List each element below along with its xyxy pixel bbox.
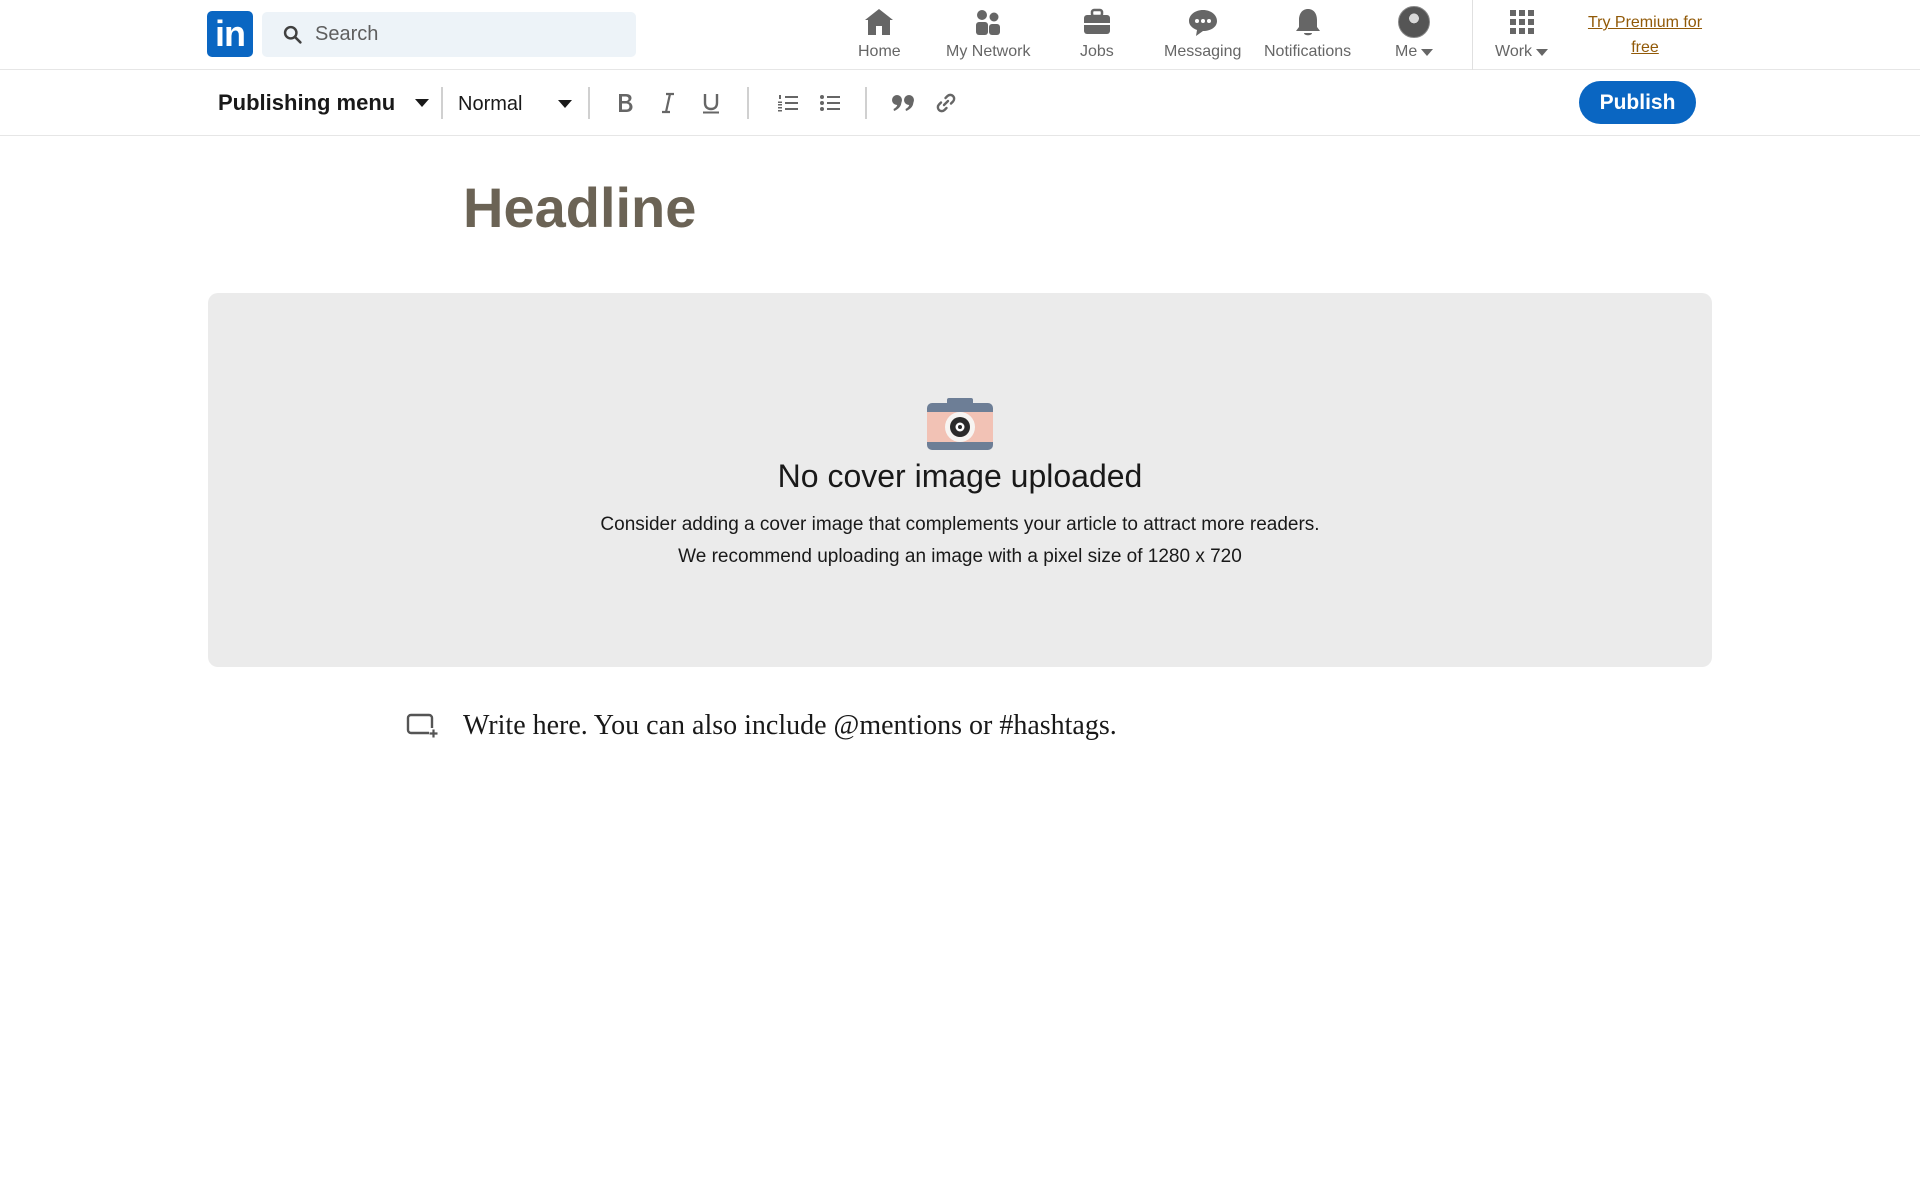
- avatar: [1398, 6, 1431, 38]
- global-nav: in Home My Network Jobs Messaging Notifi…: [0, 0, 1920, 70]
- grid-icon: [1506, 6, 1538, 38]
- underline-icon: [703, 94, 719, 114]
- toolbar-divider: [747, 87, 749, 119]
- text-style-select[interactable]: Normal: [458, 86, 572, 122]
- nav-divider: [1472, 0, 1473, 70]
- underline-button[interactable]: [693, 84, 729, 122]
- bell-icon: [1292, 6, 1324, 38]
- cover-description-line: Consider adding a cover image that compl…: [600, 514, 1320, 535]
- chevron-down-icon: [1421, 48, 1434, 56]
- nav-jobs[interactable]: Jobs: [1080, 6, 1114, 64]
- add-media-icon[interactable]: [406, 712, 438, 740]
- nav-label: Me: [1395, 43, 1418, 60]
- numbered-list-button[interactable]: [770, 84, 806, 122]
- nav-me[interactable]: Me: [1395, 6, 1434, 64]
- nav-work[interactable]: Work: [1495, 6, 1549, 64]
- cover-title: No cover image uploaded: [777, 458, 1143, 494]
- bold-icon: [619, 94, 633, 112]
- nav-label: My Network: [946, 43, 1031, 60]
- bulleted-list-icon: [820, 95, 840, 111]
- search-box[interactable]: [262, 12, 636, 57]
- link-icon: [936, 93, 956, 113]
- network-icon: [972, 6, 1004, 38]
- home-icon: [863, 6, 895, 38]
- publishing-menu-dropdown[interactable]: Publishing menu: [218, 84, 430, 122]
- headline-input[interactable]: Headline: [463, 175, 696, 240]
- quote-icon: [892, 95, 914, 111]
- search-input[interactable]: [315, 23, 615, 46]
- publishing-menu-label: Publishing menu: [218, 90, 396, 115]
- toolbar-divider: [441, 87, 443, 119]
- linkedin-logo[interactable]: in: [207, 11, 253, 57]
- nav-label: Jobs: [1080, 43, 1114, 60]
- nav-my-network[interactable]: My Network: [946, 6, 1030, 64]
- article-body-input[interactable]: Write here. You can also include @mentio…: [463, 710, 1117, 742]
- nav-label: Messaging: [1164, 43, 1242, 60]
- toolbar-divider: [865, 87, 867, 119]
- publishing-toolbar: Publishing menu Normal Publish: [0, 70, 1920, 136]
- search-icon: [283, 25, 302, 44]
- chevron-down-icon: [558, 100, 572, 108]
- try-premium-link[interactable]: Try Premium for free: [1580, 10, 1710, 60]
- nav-label: Home: [858, 43, 901, 60]
- numbered-list-icon: [778, 95, 798, 112]
- camera-icon: [927, 398, 993, 450]
- nav-label: Work: [1495, 43, 1533, 60]
- bulleted-list-button[interactable]: [812, 84, 848, 122]
- publish-button[interactable]: Publish: [1579, 81, 1696, 124]
- nav-messaging[interactable]: Messaging: [1164, 6, 1241, 64]
- nav-label: Notifications: [1264, 43, 1352, 60]
- cover-description-line: We recommend uploading an image with a p…: [678, 546, 1242, 567]
- nav-notifications[interactable]: Notifications: [1264, 6, 1351, 64]
- toolbar-divider: [588, 87, 590, 119]
- text-style-value: Normal: [458, 92, 523, 115]
- messaging-icon: [1187, 6, 1219, 38]
- italic-icon: [662, 92, 674, 114]
- chevron-down-icon: [1536, 48, 1549, 56]
- briefcase-icon: [1081, 6, 1113, 38]
- nav-home[interactable]: Home: [858, 6, 901, 64]
- bold-button[interactable]: [607, 84, 643, 122]
- link-button[interactable]: [928, 84, 964, 122]
- italic-button[interactable]: [650, 84, 686, 122]
- chevron-down-icon: [415, 99, 430, 107]
- quote-button[interactable]: [885, 84, 921, 122]
